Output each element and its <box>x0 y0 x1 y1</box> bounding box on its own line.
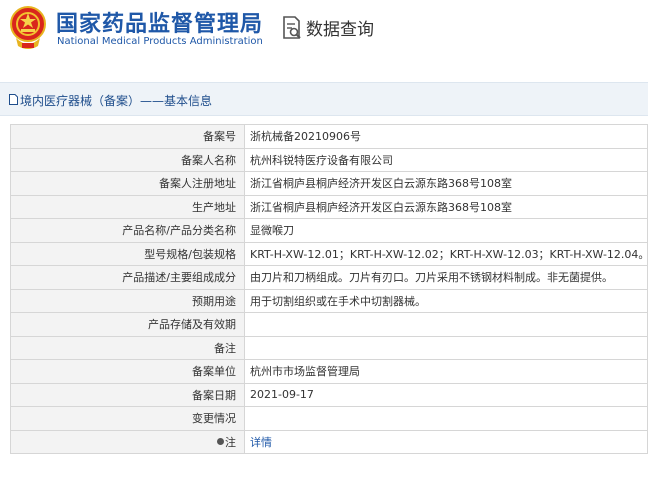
row-value: 浙江省桐庐县桐庐经济开发区白云源东路368号108室 <box>244 171 648 196</box>
row-value <box>244 406 648 431</box>
note-icon <box>217 438 224 446</box>
row-value <box>244 312 648 337</box>
row-label: 产品名称/产品分类名称 <box>10 218 245 243</box>
row-label: 注 <box>10 429 245 454</box>
table-row: 产品名称/产品分类名称 显微喉刀 <box>10 218 648 243</box>
row-label-text: 备注 <box>214 341 236 355</box>
table-row: 预期用途 用于切割组织或在手术中切割器械。 <box>10 288 648 313</box>
row-value: 杭州市市场监督管理局 <box>244 359 648 384</box>
table-row: 备案人注册地址 浙江省桐庐县桐庐经济开发区白云源东路368号108室 <box>10 171 648 196</box>
table-row: 备注 <box>10 335 648 360</box>
row-label-text: 变更情况 <box>192 412 236 426</box>
table-row: 备案号 浙杭械备20210906号 <box>10 124 648 149</box>
national-emblem-icon <box>10 6 46 49</box>
breadcrumb: 境内医疗器械（备案）——基本信息 <box>0 82 648 116</box>
table-row: 产品存储及有效期 <box>10 312 648 337</box>
row-label: 产品描述/主要组成成分 <box>10 265 245 290</box>
row-value <box>244 335 648 360</box>
row-label: 预期用途 <box>10 288 245 313</box>
row-value: KRT-H-XW-12.01；KRT-H-XW-12.02；KRT-H-XW-1… <box>244 241 648 266</box>
document-icon <box>9 94 18 105</box>
site-title: 国家药品监督管理局 <box>56 12 264 37</box>
site-subtitle: National Medical Products Administration <box>57 36 263 47</box>
table-row: 变更情况 <box>10 406 648 431</box>
row-value: 2021-09-17 <box>244 382 648 407</box>
row-label-text: 预期用途 <box>192 294 236 308</box>
row-value: 杭州科锐特医疗设备有限公司 <box>244 147 648 172</box>
record-detail-table: 备案号 浙杭械备20210906号 备案人名称 杭州科锐特医疗设备有限公司 备案人注册地… <box>10 124 648 454</box>
table-row: 产品描述/主要组成成分 由刀片和刀柄组成。刀片有刃口。刀片采用不锈钢材料制成。非无… <box>10 265 648 290</box>
row-value: 显微喉刀 <box>244 218 648 243</box>
breadcrumb-label: 境内医疗器械（备案）——基本信息 <box>20 94 213 108</box>
row-label: 产品存储及有效期 <box>10 312 245 337</box>
row-label: 备案人注册地址 <box>10 171 245 196</box>
table-row: 备案日期 2021-09-17 <box>10 382 648 407</box>
table-row: 备案人名称 杭州科锐特医疗设备有限公司 <box>10 147 648 172</box>
row-label: 变更情况 <box>10 406 245 431</box>
row-value: 浙杭械备20210906号 <box>244 124 648 149</box>
row-label-text: 备案人注册地址 <box>159 177 236 191</box>
site-header: 国家药品监督管理局 National Medical Products Admi… <box>0 0 648 66</box>
row-label-text: 备案号 <box>203 130 236 144</box>
data-query-link[interactable]: 数据查询 <box>306 15 374 40</box>
search-document-icon <box>283 16 301 39</box>
row-label-text: 注 <box>225 435 236 449</box>
row-label-text: 生产地址 <box>192 200 236 214</box>
table-row: 注 详情 <box>10 429 648 454</box>
row-label: 备注 <box>10 335 245 360</box>
row-value: 用于切割组织或在手术中切割器械。 <box>244 288 648 313</box>
row-value: 由刀片和刀柄组成。刀片有刃口。刀片采用不锈钢材料制成。非无菌提供。 <box>244 265 648 290</box>
row-label-text: 备案日期 <box>192 388 236 402</box>
table-row: 生产地址 浙江省桐庐县桐庐经济开发区白云源东路368号108室 <box>10 194 648 219</box>
row-label: 备案单位 <box>10 359 245 384</box>
row-label-text: 产品名称/产品分类名称 <box>122 224 236 238</box>
table-row: 备案单位 杭州市市场监督管理局 <box>10 359 648 384</box>
row-label-text: 备案人名称 <box>181 153 236 167</box>
row-label-text: 产品存储及有效期 <box>148 318 236 332</box>
row-label: 型号规格/包装规格 <box>10 241 245 266</box>
details-link[interactable]: 详情 <box>250 436 272 449</box>
table-row: 型号规格/包装规格 KRT-H-XW-12.01；KRT-H-XW-12.02；K… <box>10 241 648 266</box>
row-label: 备案号 <box>10 124 245 149</box>
row-value: 浙江省桐庐县桐庐经济开发区白云源东路368号108室 <box>244 194 648 219</box>
row-label: 备案日期 <box>10 382 245 407</box>
row-value: 详情 <box>244 429 648 454</box>
row-label-text: 备案单位 <box>192 365 236 379</box>
row-label: 生产地址 <box>10 194 245 219</box>
row-label-text: 型号规格/包装规格 <box>144 247 236 261</box>
row-label: 备案人名称 <box>10 147 245 172</box>
row-label-text: 产品描述/主要组成成分 <box>122 271 236 285</box>
